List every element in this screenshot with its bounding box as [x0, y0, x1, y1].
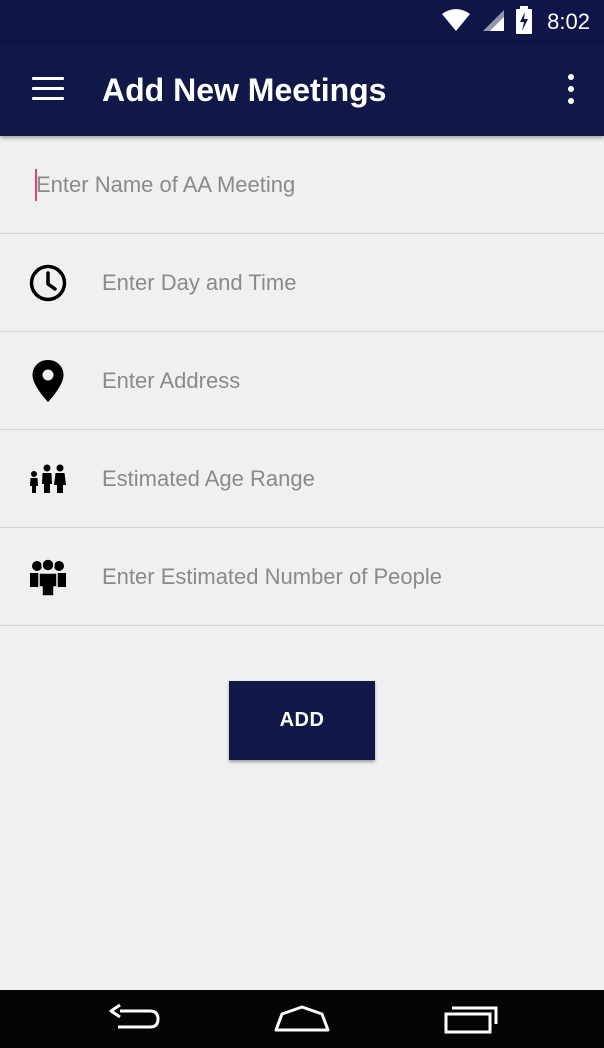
home-icon[interactable]	[272, 1002, 332, 1036]
status-time: 8:02	[547, 9, 590, 34]
meeting-name-row	[0, 136, 604, 234]
navigation-bar	[0, 990, 604, 1048]
clock-icon	[28, 262, 68, 304]
signal-icon	[481, 8, 505, 37]
screen: 8:02 Add New Meetings Enter Name of AA M…	[0, 0, 604, 1048]
back-icon[interactable]	[104, 1002, 164, 1036]
add-button[interactable]: ADD	[229, 681, 375, 760]
meeting-form	[0, 136, 604, 626]
location-pin-icon	[28, 359, 68, 402]
wifi-icon	[441, 8, 471, 37]
meeting-name-input[interactable]	[36, 164, 594, 205]
page-title: Add New Meetings	[102, 72, 387, 108]
people-count-input[interactable]	[102, 556, 594, 597]
status-icons: 8:02	[441, 5, 590, 39]
age-range-row	[0, 430, 604, 528]
recents-icon[interactable]	[442, 1002, 502, 1036]
day-time-row	[0, 234, 604, 332]
address-row	[0, 332, 604, 430]
people-count-row	[0, 528, 604, 626]
family-icon	[28, 458, 68, 500]
status-bar: 8:02	[0, 0, 604, 44]
address-input[interactable]	[102, 360, 594, 401]
overflow-menu-icon[interactable]	[564, 72, 578, 108]
day-time-input[interactable]	[102, 262, 594, 303]
age-range-input[interactable]	[102, 458, 594, 499]
group-icon	[28, 556, 68, 598]
menu-icon[interactable]	[32, 77, 66, 103]
battery-charging-icon	[515, 5, 533, 39]
app-bar: Add New Meetings	[0, 44, 604, 136]
